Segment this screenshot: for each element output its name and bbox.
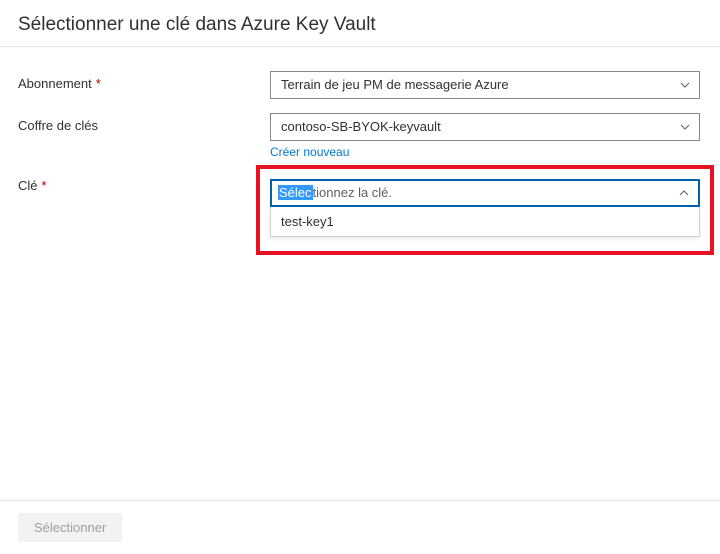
create-new-link[interactable]: Créer nouveau [270,145,700,159]
form-area: Abonnement * Terrain de jeu PM de message… [0,47,720,237]
subscription-label: Abonnement * [18,71,270,91]
key-select[interactable]: Sélectionnez la clé. [270,179,700,207]
required-indicator: * [96,76,101,91]
chevron-up-icon [678,187,690,199]
page-title: Sélectionner une clé dans Azure Key Vaul… [0,0,720,46]
label-text: Clé [18,178,38,193]
key-row: Clé * Sélectionnez la clé. test-key1 [18,173,702,237]
footer: Sélectionner [0,500,720,554]
subscription-value: Terrain de jeu PM de messagerie Azure [281,72,669,98]
key-placeholder: Sélectionnez la clé. [278,185,392,200]
chevron-down-icon [679,121,691,133]
subscription-select[interactable]: Terrain de jeu PM de messagerie Azure [270,71,700,99]
keyvault-value: contoso-SB-BYOK-keyvault [281,114,669,140]
key-dropdown-list: test-key1 [270,207,700,237]
label-text: Abonnement [18,76,92,91]
label-text: Coffre de clés [18,118,98,133]
keyvault-label: Coffre de clés [18,113,270,133]
key-option[interactable]: test-key1 [271,207,699,236]
key-label: Clé * [18,173,270,193]
required-indicator: * [42,178,47,193]
select-button[interactable]: Sélectionner [18,513,122,542]
keyvault-select[interactable]: contoso-SB-BYOK-keyvault [270,113,700,141]
subscription-row: Abonnement * Terrain de jeu PM de message… [18,71,702,99]
chevron-down-icon [679,79,691,91]
keyvault-row: Coffre de clés contoso-SB-BYOK-keyvault … [18,113,702,159]
